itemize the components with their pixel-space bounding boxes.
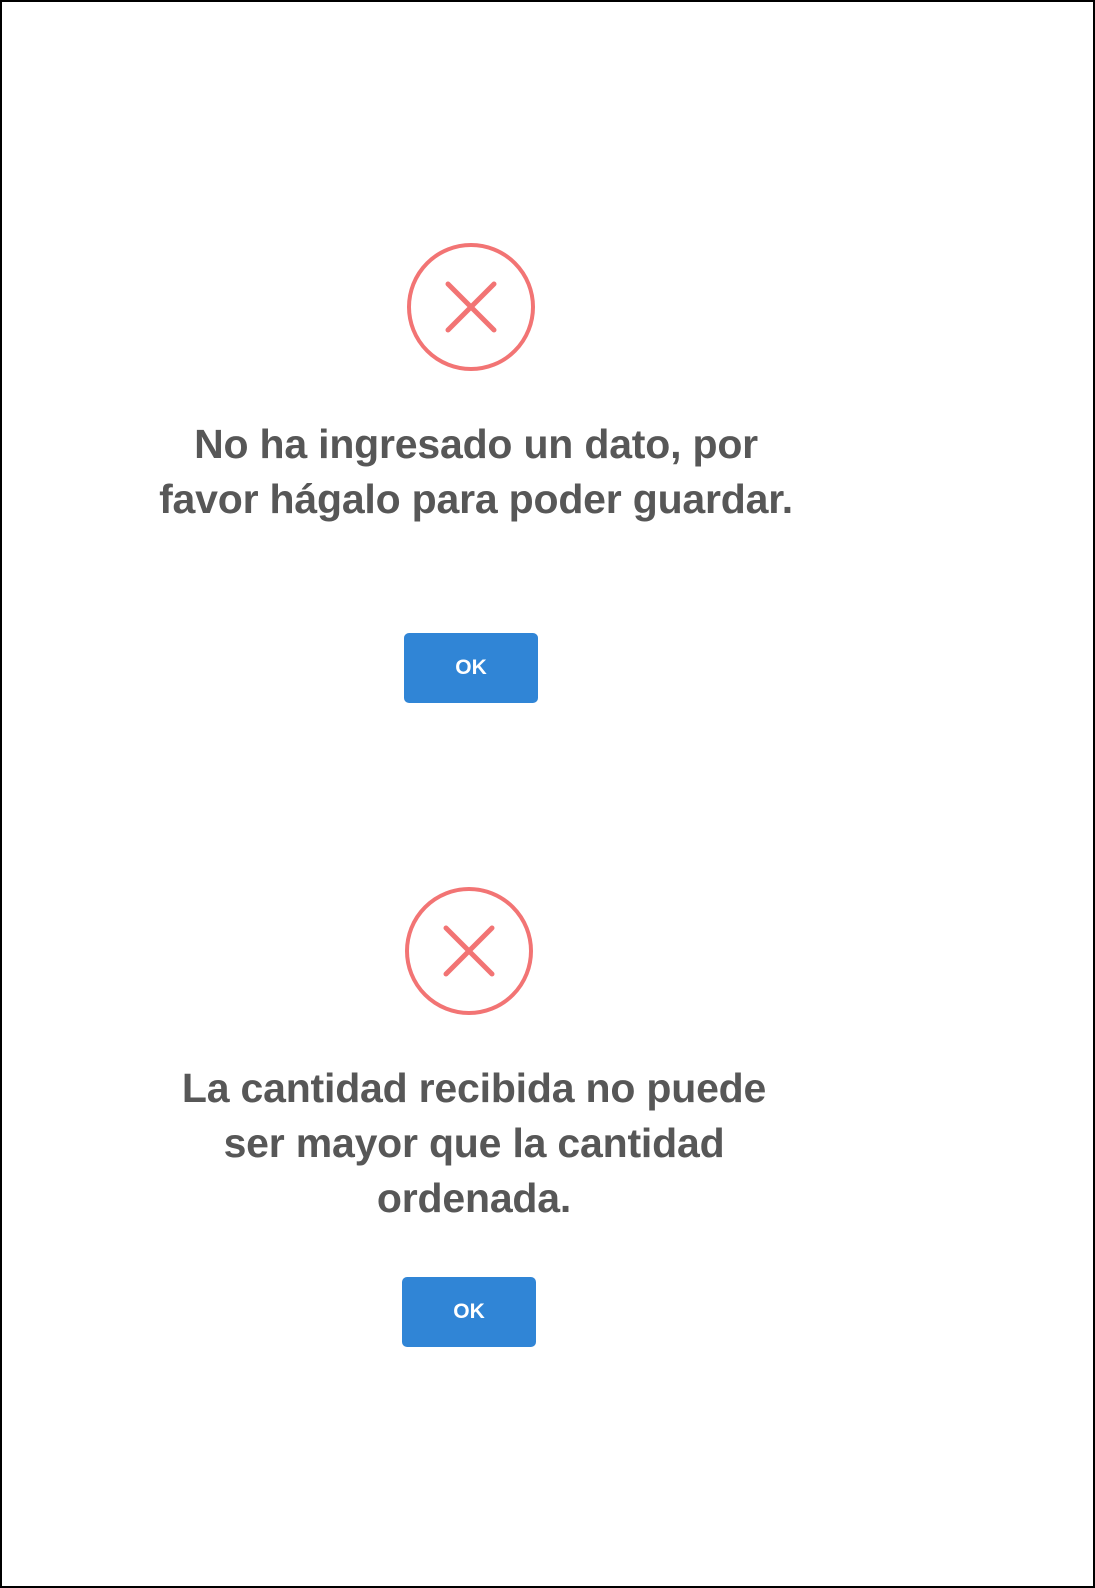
error-circle-x-graphic: [405, 887, 533, 1015]
alert-message: No ha ingresado un dato, por favor hágal…: [159, 421, 793, 522]
ok-button[interactable]: OK: [402, 1277, 536, 1347]
screenshot-frame: No ha ingresado un dato, por favor hágal…: [0, 0, 1095, 1588]
error-circle-x-graphic: [407, 243, 535, 371]
alert-message: La cantidad recibida no puede ser mayor …: [181, 1065, 767, 1221]
error-x-icon: [404, 886, 534, 1016]
error-x-icon: [406, 242, 536, 372]
ok-button[interactable]: OK: [404, 633, 538, 703]
